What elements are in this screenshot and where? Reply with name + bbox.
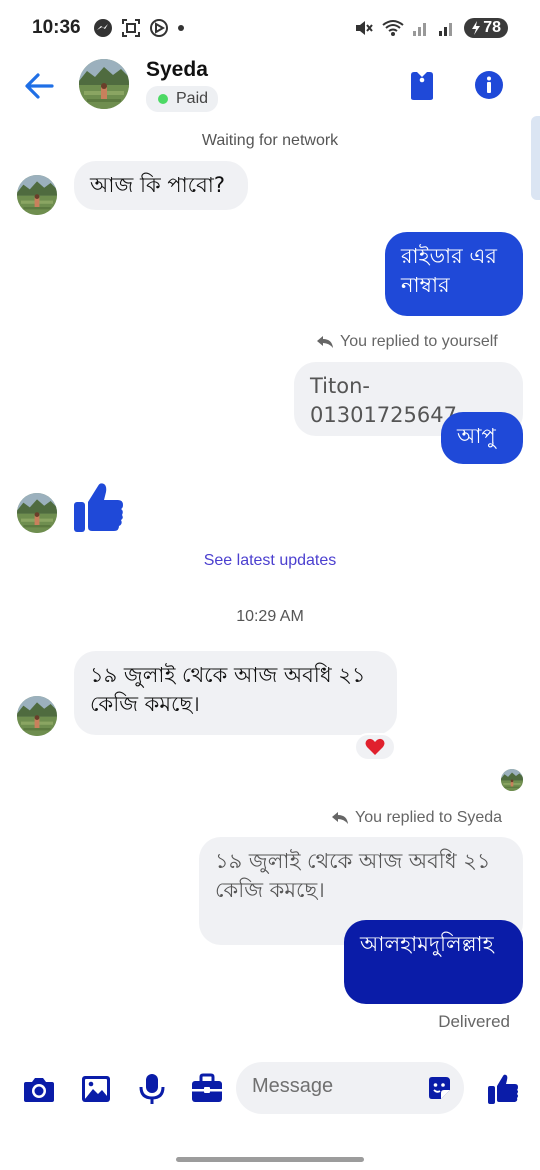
thumbs-up-icon[interactable] [486, 1072, 520, 1106]
see-latest-updates-link[interactable]: See latest updates [0, 552, 540, 570]
avatar [17, 493, 57, 533]
message-composer [0, 1062, 540, 1116]
avatar[interactable] [79, 59, 129, 109]
reply-note-label: You replied to Syeda [355, 809, 503, 826]
outgoing-message[interactable]: রাইডার এর নাম্বার [385, 232, 523, 316]
sticker-icon[interactable] [426, 1075, 452, 1101]
badge-label: Paid [176, 90, 209, 107]
seen-avatar [501, 769, 523, 791]
assistant-icon [149, 19, 168, 37]
screenshot-icon [121, 19, 140, 37]
online-dot-icon [158, 94, 168, 104]
signal-icon [439, 23, 453, 36]
scrollbar[interactable] [531, 116, 540, 200]
messenger-icon [93, 19, 112, 37]
back-arrow-icon[interactable] [22, 70, 58, 102]
status-bar: 10:36 78 [0, 0, 540, 56]
briefcase-icon[interactable] [190, 1072, 224, 1106]
incoming-message[interactable]: ১৯ জুলাই থেকে আজ অবধি ২১ কেজি কমছে। [74, 651, 397, 735]
conversation-header: Syeda Paid [0, 56, 540, 116]
network-status: Waiting for network [201, 132, 339, 149]
battery-level: 78 [483, 19, 501, 36]
heart-icon [365, 738, 385, 755]
gallery-icon[interactable] [79, 1072, 113, 1106]
battery-icon [472, 21, 481, 35]
signal-icon [413, 23, 427, 36]
message-input[interactable] [252, 1075, 412, 1098]
camera-icon[interactable] [22, 1072, 56, 1106]
incoming-message[interactable]: আজ কি পাবো? [74, 161, 248, 210]
status-time: 10:36 [32, 17, 81, 38]
wifi-icon [382, 20, 404, 36]
message-field[interactable] [236, 1062, 464, 1114]
thumbs-up-icon[interactable] [72, 480, 126, 534]
avatar [17, 175, 57, 215]
outgoing-message[interactable]: আপু [441, 412, 523, 464]
reply-icon [332, 812, 348, 824]
reply-note: You replied to yourself [316, 333, 498, 351]
status-badge: Paid [146, 86, 219, 112]
timestamp-separator: 10:29 AM [236, 608, 304, 625]
contact-name[interactable]: Syeda [146, 58, 208, 82]
dot-icon [177, 25, 184, 31]
home-indicator[interactable] [176, 1157, 364, 1162]
mute-icon [356, 21, 373, 35]
tag-icon[interactable] [408, 70, 436, 102]
reply-note: You replied to Syeda [331, 809, 502, 827]
reply-icon [317, 336, 333, 348]
reply-note-label: You replied to yourself [340, 333, 498, 350]
avatar [17, 696, 57, 736]
info-icon[interactable] [474, 70, 504, 100]
heart-reaction[interactable] [354, 733, 396, 761]
outgoing-message[interactable]: আলহামদুলিল্লাহ [344, 920, 523, 1004]
battery-indicator: 78 [464, 18, 508, 38]
delivery-status: Delivered [438, 1012, 510, 1031]
microphone-icon[interactable] [135, 1072, 169, 1106]
